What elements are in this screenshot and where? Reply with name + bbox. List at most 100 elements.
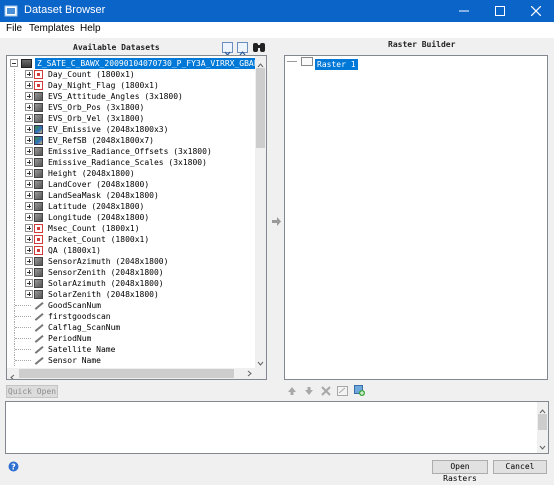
attribute-item[interactable]: Calflag_ScanNum xyxy=(7,322,255,333)
dataset-item[interactable]: QA (1800x1) xyxy=(7,245,255,256)
vector-dataset-icon xyxy=(34,235,43,244)
dataset-item[interactable]: SensorZenith (2048x1800) xyxy=(7,267,255,278)
grayscale-raster-icon xyxy=(34,213,43,222)
open-rasters-button[interactable]: Open Rasters xyxy=(432,460,488,483)
dataset-label: Day_Count (1800x1) xyxy=(48,70,135,79)
binoculars-icon[interactable] xyxy=(252,41,266,53)
tree-horizontal-scrollbar[interactable] xyxy=(7,368,255,379)
vector-dataset-icon xyxy=(34,224,43,233)
scroll-down-icon xyxy=(539,445,546,450)
expand-toggle-icon[interactable] xyxy=(25,268,33,276)
attribute-item[interactable]: PeriodNum xyxy=(7,333,255,344)
move-down-icon[interactable] xyxy=(304,386,314,396)
expand-toggle-icon[interactable] xyxy=(25,257,33,265)
expand-toggle-icon[interactable] xyxy=(25,70,33,78)
expand-toggle-icon[interactable] xyxy=(25,147,33,155)
dataset-item[interactable]: EVS_Attitude_Angles (3x1800) xyxy=(7,91,255,102)
dataset-item[interactable]: Day_Night_Flag (1800x1) xyxy=(7,80,255,91)
available-datasets-title: Available Datasets xyxy=(73,43,160,52)
attribute-item[interactable]: Sensor Name xyxy=(7,355,255,366)
arrow-right-icon[interactable] xyxy=(271,216,282,227)
tree-vertical-scrollbar[interactable] xyxy=(255,56,266,369)
quick-open-button[interactable]: Quick Open xyxy=(6,385,58,398)
dataset-item[interactable]: SolarAzimuth (2048x1800) xyxy=(7,278,255,289)
menu-help[interactable]: Help xyxy=(80,23,101,34)
expand-toggle-icon[interactable] xyxy=(25,169,33,177)
cancel-button[interactable]: Cancel xyxy=(493,460,547,474)
edit-raster-icon[interactable] xyxy=(337,386,348,396)
expand-toggle-icon[interactable] xyxy=(25,246,33,254)
grayscale-raster-icon xyxy=(34,279,43,288)
dataset-item[interactable]: EV_Emissive (2048x1800x3) xyxy=(7,124,255,135)
dataset-label: EV_Emissive (2048x1800x3) xyxy=(48,125,169,134)
attribute-label: GoodScanNum xyxy=(48,301,101,310)
app-icon xyxy=(4,5,18,17)
grayscale-raster-icon xyxy=(34,114,43,123)
menu-templates[interactable]: Templates xyxy=(29,23,75,34)
dataset-tree[interactable]: Z_SATE_C_BAWX_20090104070730_P_FY3A_VIRR… xyxy=(6,55,267,380)
dataset-item[interactable]: Height (2048x1800) xyxy=(7,168,255,179)
dataset-item[interactable]: SolarZenith (2048x1800) xyxy=(7,289,255,300)
expand-toggle-icon[interactable] xyxy=(25,136,33,144)
dataset-item[interactable]: Msec_Count (1800x1) xyxy=(7,223,255,234)
dataset-item[interactable]: LandSeaMask (2048x1800) xyxy=(7,190,255,201)
minimize-button[interactable] xyxy=(446,0,482,22)
collapse-button[interactable] xyxy=(222,42,233,56)
dataset-item[interactable]: Emissive_Radiance_Offsets (3x1800) xyxy=(7,146,255,157)
expand-button[interactable] xyxy=(237,42,248,56)
vector-dataset-icon xyxy=(34,246,43,255)
expand-toggle-icon[interactable] xyxy=(25,180,33,188)
attribute-item[interactable]: firstgoodscan xyxy=(7,311,255,322)
dataset-item[interactable]: EV_RefSB (2048x1800x7) xyxy=(7,135,255,146)
dataset-label: EVS_Attitude_Angles (3x1800) xyxy=(48,92,183,101)
info-text-area[interactable] xyxy=(5,401,549,454)
tree-hscroll-thumb[interactable] xyxy=(19,369,234,378)
expand-toggle-icon[interactable] xyxy=(25,279,33,287)
dataset-item[interactable]: Latitude (2048x1800) xyxy=(7,201,255,212)
dataset-label: SolarZenith (2048x1800) xyxy=(48,290,159,299)
dataset-item[interactable]: Day_Count (1800x1) xyxy=(7,69,255,80)
close-button[interactable] xyxy=(518,0,554,22)
expand-toggle-icon[interactable] xyxy=(25,224,33,232)
expand-toggle-icon[interactable] xyxy=(25,191,33,199)
expand-toggle-icon[interactable] xyxy=(25,290,33,298)
dataset-item[interactable]: EVS_Orb_Pos (3x1800) xyxy=(7,102,255,113)
attribute-label: Sensor Name xyxy=(48,356,101,365)
expand-toggle-icon[interactable] xyxy=(25,125,33,133)
maximize-button[interactable] xyxy=(482,0,518,22)
dataset-item[interactable]: Longitude (2048x1800) xyxy=(7,212,255,223)
dataset-item[interactable]: LandCover (2048x1800) xyxy=(7,179,255,190)
attribute-icon xyxy=(34,345,43,354)
expand-toggle-icon[interactable] xyxy=(25,92,33,100)
dataset-label: Msec_Count (1800x1) xyxy=(48,224,140,233)
add-raster-icon[interactable] xyxy=(354,385,365,396)
hdf-file-icon xyxy=(21,59,32,68)
expand-toggle-icon[interactable] xyxy=(25,103,33,111)
expand-toggle-icon[interactable] xyxy=(25,114,33,122)
dataset-item[interactable]: EVS_Orb_Vel (3x1800) xyxy=(7,113,255,124)
dataset-item[interactable]: Emissive_Radiance_Scales (3x1800) xyxy=(7,157,255,168)
expand-toggle-icon[interactable] xyxy=(25,213,33,221)
info-scrollbar[interactable] xyxy=(537,402,548,453)
expand-toggle-icon[interactable] xyxy=(25,81,33,89)
grayscale-raster-icon xyxy=(34,92,43,101)
raster-builder-list[interactable]: Raster 1 xyxy=(284,55,548,380)
expand-toggle-icon[interactable] xyxy=(25,202,33,210)
attribute-item[interactable]: GoodScanNum xyxy=(7,300,255,311)
attribute-label: Calflag_ScanNum xyxy=(48,323,121,332)
menu-file[interactable]: File xyxy=(6,23,22,34)
help-icon[interactable]: ? xyxy=(8,461,19,472)
raster-item[interactable]: Raster 1 xyxy=(315,59,358,70)
tree-root-file[interactable]: Z_SATE_C_BAWX_20090104070730_P_FY3A_VIRR… xyxy=(7,58,266,69)
collapse-toggle-icon[interactable] xyxy=(10,59,18,67)
delete-icon[interactable] xyxy=(321,386,331,396)
attribute-item[interactable]: Satellite Name xyxy=(7,344,255,355)
dataset-item[interactable]: SensorAzimuth (2048x1800) xyxy=(7,256,255,267)
tree-scroll-thumb[interactable] xyxy=(256,68,265,148)
attribute-icon xyxy=(34,323,43,332)
expand-toggle-icon[interactable] xyxy=(25,235,33,243)
move-up-icon[interactable] xyxy=(287,386,297,396)
dataset-label: LandSeaMask (2048x1800) xyxy=(48,191,159,200)
dataset-item[interactable]: Packet_Count (1800x1) xyxy=(7,234,255,245)
expand-toggle-icon[interactable] xyxy=(25,158,33,166)
